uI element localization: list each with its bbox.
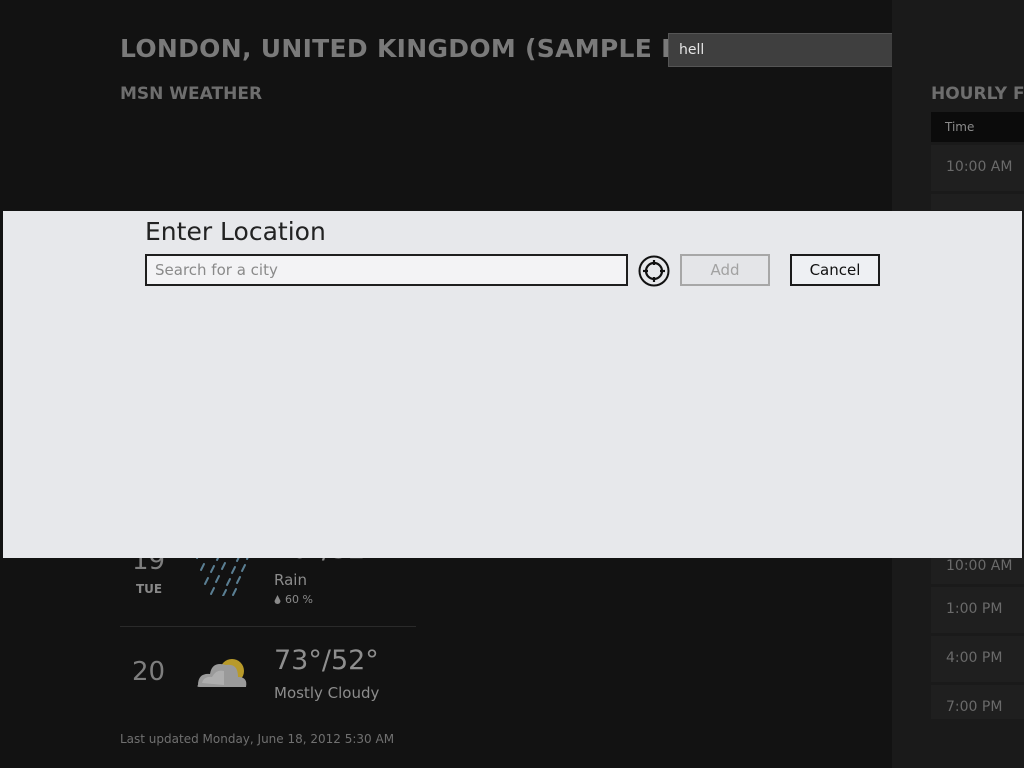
- hourly-title: HOURLY FO: [931, 84, 1024, 104]
- cloudy-sun-icon: [197, 659, 247, 687]
- hourly-row: 4:00 PM: [931, 636, 1024, 682]
- city-title: LONDON, UNITED KINGDOM (SAMPLE D...: [120, 34, 712, 63]
- raindrop-icon: [274, 594, 281, 604]
- hourly-row: 1:00 PM: [931, 587, 1024, 633]
- city-search-input[interactable]: [145, 254, 628, 286]
- day-number: 20: [132, 657, 166, 687]
- add-button[interactable]: Add: [680, 254, 770, 286]
- weather-app: LONDON, UNITED KINGDOM (SAMPLE D... MSN …: [0, 0, 1024, 768]
- dialog-title: Enter Location: [145, 217, 326, 246]
- hourly-row: [931, 194, 1024, 210]
- hourly-row: 10:00 AM: [931, 558, 1024, 584]
- day-condition: Rain: [274, 571, 307, 589]
- locate-me-icon: [638, 255, 670, 287]
- precipitation-value: 60 %: [285, 593, 313, 606]
- enter-location-dialog: Enter Location Add Cancel: [3, 211, 1022, 558]
- app-name: MSN WEATHER: [120, 84, 263, 104]
- precipitation-chance: 60 %: [274, 593, 313, 606]
- day-weekday: TUE: [136, 582, 163, 596]
- search-input[interactable]: [669, 34, 927, 66]
- hourly-time-header: Time: [931, 112, 1024, 142]
- day-temperatures: 73°/52°: [274, 645, 379, 676]
- hourly-row: 10:00 AM: [931, 145, 1024, 191]
- cancel-button[interactable]: Cancel: [790, 254, 880, 286]
- daily-forecast-row[interactable]: 20 73°/52° Mostly Cloudy: [120, 626, 416, 706]
- hourly-row: 7:00 PM: [931, 685, 1024, 719]
- locate-me-button[interactable]: [638, 255, 670, 287]
- day-condition: Mostly Cloudy: [274, 684, 380, 702]
- last-updated: Last updated Monday, June 18, 2012 5:30 …: [120, 732, 395, 746]
